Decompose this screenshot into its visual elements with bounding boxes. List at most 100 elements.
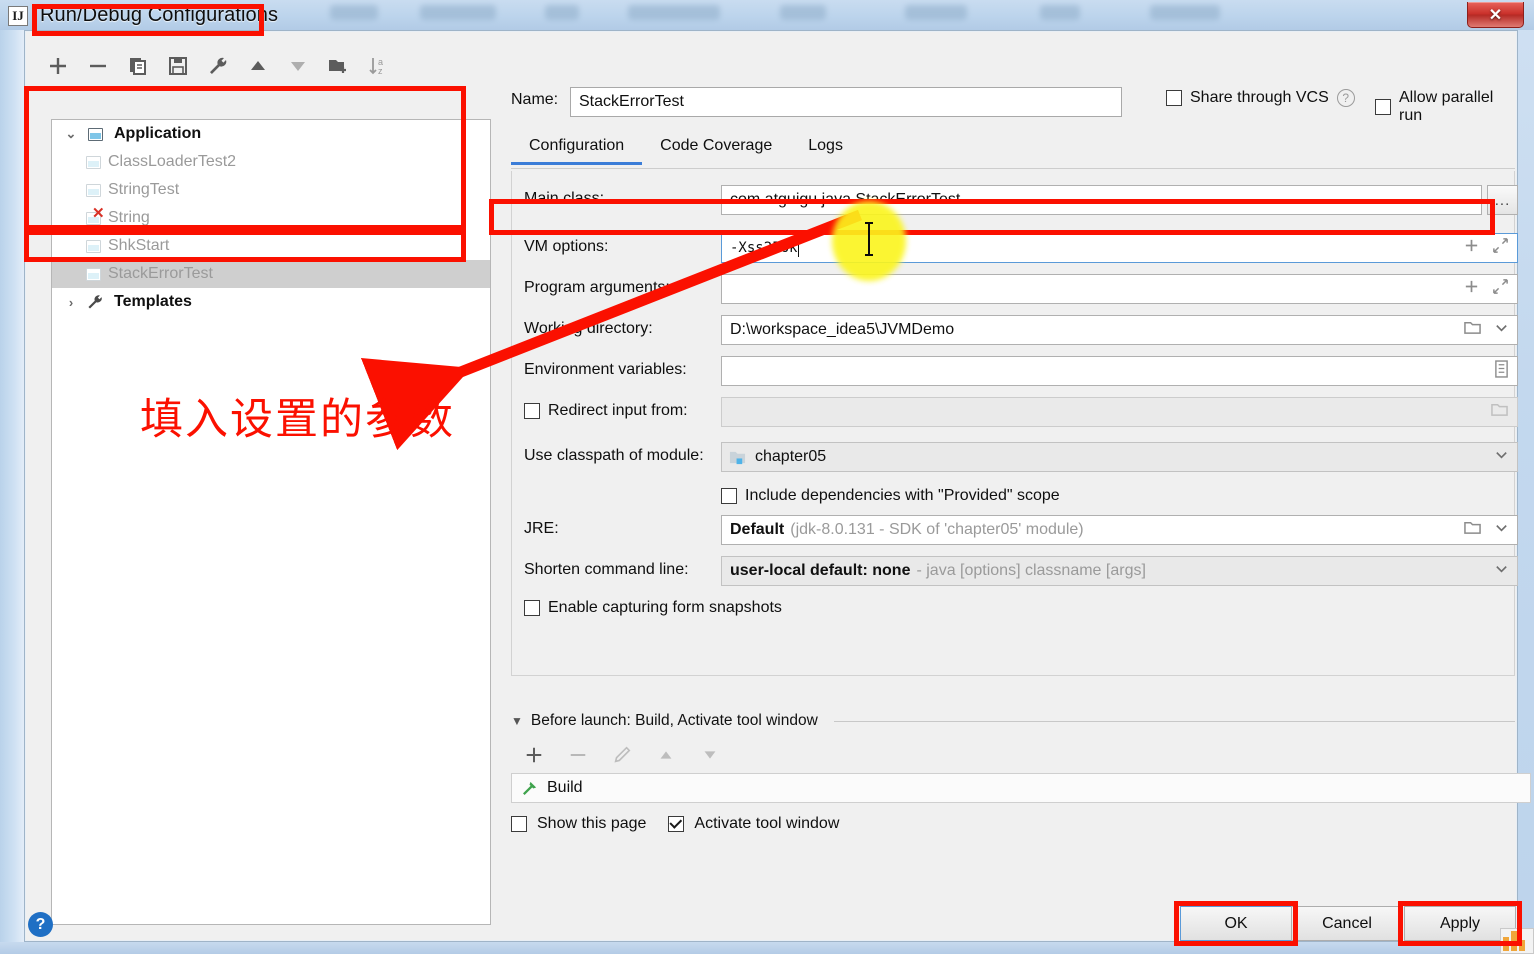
jre-select[interactable]: Default (jdk-8.0.131 - SDK of 'chapter05…	[721, 515, 1518, 545]
tab-code-coverage[interactable]: Code Coverage	[642, 135, 790, 163]
allow-parallel-run-row[interactable]: Allow parallel run	[1375, 89, 1517, 125]
include-provided-checkbox[interactable]	[721, 488, 737, 504]
tree-group-templates[interactable]: › Templates	[52, 288, 490, 316]
tree-item-string[interactable]: ✕ String	[52, 204, 490, 232]
redirect-input-checkbox-row[interactable]: Redirect input from:	[524, 402, 688, 420]
tab-logs[interactable]: Logs	[790, 135, 861, 163]
add-icon[interactable]	[521, 742, 547, 768]
jre-row: JRE: Default (jdk-8.0.131 - SDK of 'chap…	[512, 515, 1518, 545]
main-class-browse-button[interactable]: ...	[1487, 185, 1518, 215]
insert-macro-icon[interactable]	[1463, 278, 1480, 300]
help-icon[interactable]: ?	[1336, 89, 1355, 107]
chevron-down-icon[interactable]: ▼	[511, 714, 523, 728]
program-arguments-input[interactable]	[721, 274, 1518, 304]
wrench-icon[interactable]	[205, 53, 231, 79]
classpath-module-value: chapter05	[755, 448, 827, 465]
desktop-background-bottom	[0, 942, 1534, 954]
before-launch-task-build[interactable]: Build	[511, 773, 1531, 803]
insert-macro-icon[interactable]	[1463, 237, 1480, 259]
app-icon: IJ	[8, 6, 28, 26]
tree-group-label: Templates	[114, 293, 192, 310]
desktop-background-left	[0, 30, 24, 954]
text-cursor-icon	[862, 222, 876, 256]
sort-alphabetically-icon[interactable]: az	[365, 53, 391, 79]
tab-bar: Configuration Code Coverage Logs	[511, 135, 1515, 169]
enable-snapshots-checkbox[interactable]	[524, 600, 540, 616]
tree-item-shkstart[interactable]: ShkStart	[52, 232, 490, 260]
jre-value-hint: (jdk-8.0.131 - SDK of 'chapter05' module…	[790, 521, 1084, 538]
configurations-tree[interactable]: ⌄ Application ClassLoaderTest2 StringTes…	[51, 119, 491, 925]
chevron-down-icon[interactable]	[1494, 447, 1509, 467]
chevron-down-icon[interactable]	[1494, 520, 1509, 540]
before-launch-header[interactable]: ▼ Before launch: Build, Activate tool wi…	[511, 709, 1515, 733]
application-icon	[82, 127, 108, 141]
allow-parallel-run-checkbox[interactable]	[1375, 99, 1391, 115]
tree-item-label: ShkStart	[108, 237, 170, 254]
environment-variables-row: Environment variables:	[512, 356, 1518, 386]
name-input[interactable]: StackErrorTest	[570, 87, 1122, 117]
help-button[interactable]: ?	[28, 912, 53, 937]
tree-item-classloadertest2[interactable]: ClassLoaderTest2	[52, 148, 490, 176]
folder-icon[interactable]	[1463, 319, 1482, 341]
classpath-module-label: Use classpath of module:	[524, 447, 704, 464]
copy-icon[interactable]	[125, 53, 151, 79]
edit-icon	[609, 742, 635, 768]
divider	[833, 720, 1515, 722]
move-up-icon[interactable]	[245, 53, 271, 79]
program-arguments-row: Program arguments:	[512, 274, 1518, 304]
redirect-input-label: Redirect input from:	[548, 402, 688, 419]
window-title: Run/Debug Configurations	[40, 4, 279, 26]
environment-variables-input[interactable]	[721, 356, 1518, 386]
expand-editor-icon[interactable]	[1492, 278, 1509, 300]
shorten-command-line-select[interactable]: user-local default: none - java [options…	[721, 556, 1518, 586]
chevron-down-icon[interactable]	[1494, 561, 1509, 581]
include-provided-row[interactable]: Include dependencies with "Provided" sco…	[721, 487, 1060, 505]
chevron-right-icon[interactable]: ›	[60, 295, 82, 310]
classpath-module-row: Use classpath of module: chapter05	[512, 442, 1518, 472]
screen: IJ Run/Debug Configurations ✕ a z ⌄ Appl…	[0, 0, 1534, 954]
chevron-down-icon[interactable]	[1494, 320, 1509, 340]
activate-tool-window-label: Activate tool window	[694, 815, 840, 832]
taskbar-icon	[1500, 928, 1534, 954]
configurations-toolbar: az	[31, 47, 471, 85]
wrench-icon	[82, 293, 108, 311]
chevron-down-icon[interactable]: ⌄	[60, 126, 82, 142]
tree-group-application[interactable]: ⌄ Application	[52, 120, 490, 148]
program-arguments-adornments	[1463, 275, 1509, 303]
edit-list-icon[interactable]	[1494, 359, 1509, 383]
ok-button[interactable]: OK	[1180, 906, 1292, 941]
save-icon[interactable]	[165, 53, 191, 79]
tree-item-stringtest[interactable]: StringTest	[52, 176, 490, 204]
activate-tool-window-checkbox[interactable]	[668, 816, 685, 832]
allow-parallel-run-label: Allow parallel run	[1399, 89, 1494, 124]
close-button[interactable]: ✕	[1467, 2, 1524, 28]
move-up-icon	[653, 742, 679, 768]
vm-options-row: VM options: -Xss256k	[512, 233, 1518, 263]
main-class-input[interactable]: com.atguigu.java.StackErrorTest	[721, 185, 1482, 215]
svg-text:z: z	[378, 66, 383, 76]
working-directory-input[interactable]: D:\workspace_idea5\JVMDemo	[721, 315, 1518, 345]
folder-icon[interactable]	[1463, 519, 1482, 541]
vm-options-adornments	[1463, 234, 1509, 262]
move-down-icon[interactable]	[285, 53, 311, 79]
name-label: Name:	[511, 91, 559, 108]
redirect-input-checkbox[interactable]	[524, 403, 540, 419]
tree-item-label: ClassLoaderTest2	[108, 153, 237, 170]
share-through-vcs-row[interactable]: Share through VCS ?	[1166, 89, 1355, 107]
show-this-page-checkbox[interactable]	[511, 816, 527, 832]
tab-configuration[interactable]: Configuration	[511, 135, 643, 165]
tree-item-stackerrortest[interactable]: StackErrorTest	[52, 260, 490, 288]
expand-editor-icon[interactable]	[1492, 237, 1509, 259]
shorten-command-line-label: Shorten command line:	[524, 561, 689, 578]
remove-icon[interactable]	[85, 53, 111, 79]
new-folder-icon[interactable]	[325, 53, 351, 79]
enable-snapshots-row[interactable]: Enable capturing form snapshots	[524, 599, 782, 617]
title-bar: IJ Run/Debug Configurations ✕	[0, 0, 1534, 32]
cancel-button[interactable]: Cancel	[1291, 906, 1403, 941]
add-icon[interactable]	[45, 53, 71, 79]
share-through-vcs-checkbox[interactable]	[1166, 90, 1182, 106]
config-icon	[80, 267, 106, 281]
shorten-command-line-row: Shorten command line: user-local default…	[512, 556, 1518, 586]
classpath-module-select[interactable]: chapter05	[721, 442, 1518, 472]
tree-item-label: String	[108, 209, 150, 226]
